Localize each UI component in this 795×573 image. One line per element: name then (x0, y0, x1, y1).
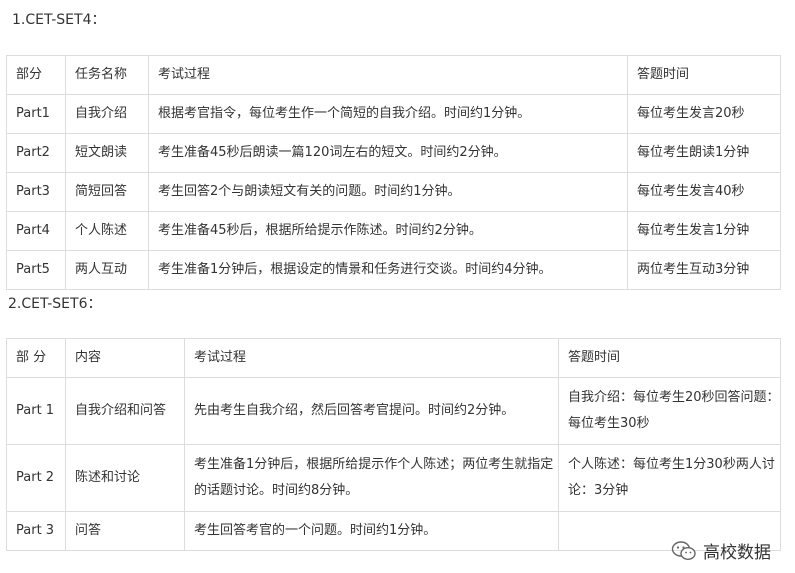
table-cell: 考生准备1分钟后，根据设定的情景和任务进行交谈。时间约4分钟。 (148, 250, 628, 290)
table-cell: 每位考生朗读1分钟 (627, 133, 781, 173)
table-cell: Part1 (6, 94, 66, 134)
table-cell: Part5 (6, 250, 66, 290)
table-row: Part2 短文朗读 考生准备45秒后朗读一篇120词左右的短文。时间约2分钟。… (6, 133, 781, 173)
table-cell: 先由考生自我介绍，然后回答考官提问。时间约2分钟。 (184, 377, 559, 445)
watermark-text: 高校数据 (703, 543, 771, 563)
header-cell: 任务名称 (65, 55, 149, 95)
section1-title: 1.CET-SET4： (12, 12, 106, 28)
header-cell: 部分 (6, 55, 66, 95)
table-cell: 自我介绍：每位考生20秒回答问题：每位考生30秒 (558, 377, 781, 445)
table-cell: 根据考官指令，每位考生作一个简短的自我介绍。时间约1分钟。 (148, 94, 628, 134)
table-cell: 考生准备1分钟后，根据所给提示作个人陈述；两位考生就指定的话题讨论。时间约8分钟… (184, 444, 559, 512)
table-cell: 个人陈述 (65, 211, 149, 251)
table-row: Part4 个人陈述 考生准备45秒后，根据所给提示作陈述。时间约2分钟。 每位… (6, 211, 781, 251)
table-row: Part 3 问答 考生回答考官的一个问题。时间约1分钟。 (6, 511, 781, 551)
table-row: Part1 自我介绍 根据考官指令，每位考生作一个简短的自我介绍。时间约1分钟。… (6, 94, 781, 134)
table-cell: 考生准备45秒后朗读一篇120词左右的短文。时间约2分钟。 (148, 133, 628, 173)
table-cell: 考生回答2个与朗读短文有关的问题。时间约1分钟。 (148, 172, 628, 212)
header-cell: 内容 (65, 338, 185, 378)
header-cell: 考试过程 (184, 338, 559, 378)
table-cell: 问答 (65, 511, 185, 551)
header-cell: 部 分 (6, 338, 66, 378)
table-cell: Part 2 (6, 444, 66, 512)
header-cell: 答题时间 (558, 338, 781, 378)
table-cell: 考生准备45秒后，根据所给提示作陈述。时间约2分钟。 (148, 211, 628, 251)
table-cell: Part4 (6, 211, 66, 251)
cet-set4-table: 部分 任务名称 考试过程 答题时间 Part1 自我介绍 根据考官指令，每位考生… (6, 55, 781, 290)
watermark: 高校数据 (671, 538, 771, 563)
table-cell: 每位考生发言1分钟 (627, 211, 781, 251)
table-cell: 两位考生互动3分钟 (627, 250, 781, 290)
table-header-row: 部分 任务名称 考试过程 答题时间 (6, 55, 781, 95)
table-cell: 两人互动 (65, 250, 149, 290)
table-header-row: 部 分 内容 考试过程 答题时间 (6, 338, 781, 378)
table-cell: Part 3 (6, 511, 66, 551)
table-cell: Part 1 (6, 377, 66, 445)
table-cell: Part2 (6, 133, 66, 173)
cet-set6-table: 部 分 内容 考试过程 答题时间 Part 1 自我介绍和问答 先由考生自我介绍… (6, 338, 781, 551)
table-row: Part5 两人互动 考生准备1分钟后，根据设定的情景和任务进行交谈。时间约4分… (6, 250, 781, 290)
wechat-icon (671, 540, 696, 560)
table-cell: 每位考生发言20秒 (627, 94, 781, 134)
table-cell: 简短回答 (65, 172, 149, 212)
table-cell: 个人陈述：每位考生1分30秒两人讨论：3分钟 (558, 444, 781, 512)
table-cell: 陈述和讨论 (65, 444, 185, 512)
table-cell: 考生回答考官的一个问题。时间约1分钟。 (184, 511, 559, 551)
table-row: Part 2 陈述和讨论 考生准备1分钟后，根据所给提示作个人陈述；两位考生就指… (6, 444, 781, 512)
header-cell: 答题时间 (627, 55, 781, 95)
table-cell: 自我介绍和问答 (65, 377, 185, 445)
table-cell: 自我介绍 (65, 94, 149, 134)
header-cell: 考试过程 (148, 55, 628, 95)
table-cell: 短文朗读 (65, 133, 149, 173)
section2-title: 2.CET-SET6： (8, 296, 102, 312)
table-row: Part 1 自我介绍和问答 先由考生自我介绍，然后回答考官提问。时间约2分钟。… (6, 377, 781, 445)
table-cell: Part3 (6, 172, 66, 212)
table-cell: 每位考生发言40秒 (627, 172, 781, 212)
table-row: Part3 简短回答 考生回答2个与朗读短文有关的问题。时间约1分钟。 每位考生… (6, 172, 781, 212)
